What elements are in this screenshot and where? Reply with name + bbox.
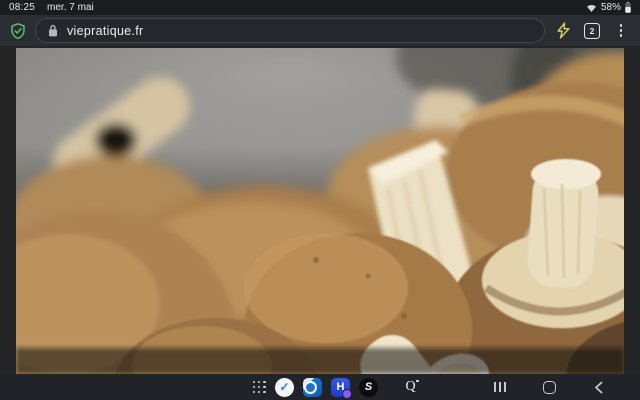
tab-count: 2 [584, 23, 600, 39]
battery-percent: 58% [601, 2, 621, 13]
url-text: viepratique.fr [67, 24, 143, 38]
mushroom-photo [16, 48, 624, 374]
check-glyph: ✓ [279, 381, 289, 393]
mail-app-icon[interactable] [303, 378, 322, 397]
date: mer. 7 mai [47, 2, 94, 13]
status-bar: 08:25 mer. 7 mai 58% [0, 0, 640, 15]
tasks-app-icon[interactable]: ✓ [275, 378, 294, 397]
browser-toolbar: viepratique.fr 2 [0, 15, 640, 46]
kebab-menu-icon[interactable] [610, 20, 632, 42]
bottom-dock: ✓ H S Q [0, 374, 640, 400]
s-app-icon[interactable]: S [359, 378, 378, 397]
mail-ring-glyph [304, 381, 317, 394]
home-icon[interactable] [541, 379, 557, 395]
shield-check-icon[interactable] [8, 21, 28, 41]
url-bar[interactable]: viepratique.fr [35, 18, 545, 43]
wifi-icon [586, 3, 597, 13]
tab-switcher-button[interactable]: 2 [581, 20, 603, 42]
h-app-badge [342, 389, 352, 399]
q-app-icon[interactable]: Q [401, 378, 420, 397]
app-drawer-icon[interactable] [253, 381, 266, 394]
recents-icon[interactable] [492, 379, 508, 395]
h-app-icon[interactable]: H [331, 378, 350, 397]
dock-apps: ✓ H S Q [253, 374, 420, 400]
battery-icon [625, 2, 631, 13]
s-glyph: S [365, 382, 372, 393]
clock: 08:25 [9, 2, 35, 13]
back-icon[interactable] [590, 379, 606, 395]
page-content [0, 46, 640, 374]
navigation-buttons [492, 374, 606, 400]
statusbar-right: 58% [586, 2, 631, 13]
lightning-bolt-icon[interactable] [552, 20, 574, 42]
q-glyph: Q [405, 380, 415, 394]
lock-icon [48, 24, 58, 37]
